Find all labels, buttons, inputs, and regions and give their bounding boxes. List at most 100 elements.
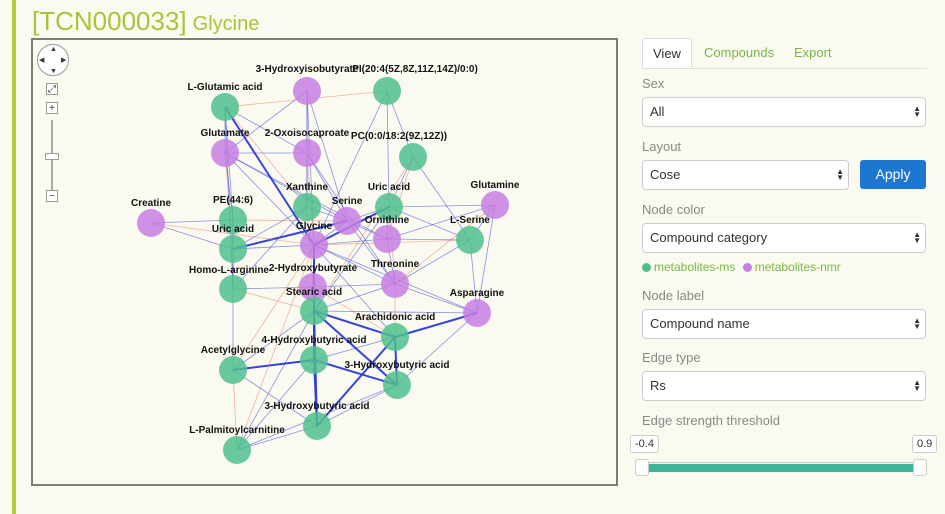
graph-node-label: L-Glutamic acid (187, 82, 262, 93)
graph-node-homoarg[interactable] (219, 275, 247, 303)
edge-type-label: Edge type (642, 350, 701, 365)
graph-node-hb3a[interactable] (383, 371, 411, 399)
zoom-out-button[interactable]: − (46, 190, 58, 202)
graph-node-lserine[interactable] (456, 226, 484, 254)
edge-type-value: Rs (650, 378, 666, 393)
graph-node-glycine[interactable] (300, 231, 328, 259)
compound-id: [TCN000033] (32, 6, 187, 36)
node-color-value: Compound category (650, 230, 768, 245)
graph-node-uric2[interactable] (219, 235, 247, 263)
graph-node-pc[interactable] (399, 143, 427, 171)
sex-select[interactable]: All ▲ ▼ (642, 97, 926, 127)
graph-node-label: Arachidonic acid (355, 312, 436, 323)
tab-view[interactable]: View (642, 38, 692, 68)
graph-edge[interactable] (388, 204, 496, 208)
graph-node-glu[interactable] (211, 93, 239, 121)
tab-bar: View Compounds Export (642, 38, 927, 69)
graph-node-ornithine[interactable] (373, 225, 401, 253)
pan-down-icon[interactable]: ▼ (50, 68, 57, 75)
zoom-slider-handle[interactable] (45, 153, 59, 160)
compound-name: Glycine (192, 13, 260, 35)
threshold-max-value: 0.9 (912, 435, 938, 453)
select-caret-icon: ▲ ▼ (913, 378, 921, 393)
graph-node-glutamate[interactable] (211, 139, 239, 167)
sex-value: All (650, 104, 665, 119)
graph-node-label: Uric acid (368, 182, 410, 193)
ms-dot-icon (642, 263, 651, 272)
graph-node-acetylgly[interactable] (219, 356, 247, 384)
graph-node-label: 3-Hydroxyisobutyrate (256, 64, 359, 75)
graph-node-palm[interactable] (223, 436, 251, 464)
page-title: [TCN000033] Glycine (32, 6, 259, 37)
graph-node-label: L-Serine (450, 215, 490, 226)
select-caret-icon: ▲ ▼ (913, 316, 921, 331)
graph-node-stearic[interactable] (300, 297, 328, 325)
fit-icon[interactable]: ⤢ (46, 83, 58, 95)
graph-node-label: Uric acid (212, 224, 254, 235)
zoom-in-button[interactable]: + (46, 102, 58, 114)
network-graph[interactable]: L-Glutamic acid 3-Hydroxyisobutyrate PI(20… (31, 38, 618, 486)
threshold-min-value: -0.4 (630, 435, 659, 453)
network-canvas[interactable]: L-Glutamic acid 3-HydroxyisobutyratePI(20… (33, 40, 616, 484)
graph-node-label: Creatine (131, 198, 171, 209)
tab-export[interactable]: Export (784, 38, 842, 68)
layout-select[interactable]: Cose ▲ ▼ (642, 160, 849, 190)
select-caret-icon: ▲ ▼ (913, 104, 921, 119)
node-label-value: Compound name (650, 316, 750, 331)
graph-node-asparagine[interactable] (463, 299, 491, 327)
graph-node-xanthine[interactable] (293, 193, 321, 221)
graph-node-label: Threonine (371, 259, 420, 270)
nmr-dot-icon (742, 263, 752, 272)
pan-up-icon[interactable]: ▲ (50, 46, 57, 53)
graph-node-label: PC(0:0/18:2(9Z,12Z)) (351, 131, 447, 142)
node-color-select[interactable]: Compound category ▲ ▼ (642, 223, 926, 253)
graph-edge[interactable] (412, 156, 471, 241)
select-caret-icon: ▲ ▼ (836, 167, 844, 182)
node-label-label: Node label (642, 288, 705, 303)
graph-node-arach[interactable] (381, 323, 409, 351)
graph-node-label: PI(20:4(5Z,8Z,11Z,14Z)/0:0) (352, 64, 478, 75)
edge-type-select[interactable]: Rs ▲ ▼ (642, 371, 926, 401)
graph-node-hib[interactable] (293, 77, 321, 105)
legend-ms: metabolites-ms (654, 260, 736, 274)
apply-button[interactable]: Apply (860, 160, 926, 189)
graph-node-label: 4-Hydroxybutyric acid (261, 335, 366, 346)
graph-edge[interactable] (232, 369, 318, 427)
graph-node-label: Stearic acid (286, 287, 342, 298)
graph-node-label: 2-Oxoisocaproate (265, 128, 350, 139)
sex-label: Sex (642, 76, 665, 91)
pan-control[interactable]: ▲ ▼ ◀ ▶ (37, 44, 69, 76)
graph-node-label: 3-Hydroxybutyric acid (264, 401, 369, 412)
graph-node-serine[interactable] (333, 207, 361, 235)
graph-node-oxo[interactable] (293, 139, 321, 167)
graph-node-label: Glycine (296, 221, 333, 232)
graph-node-label: Xanthine (286, 182, 329, 193)
threshold-label: Edge strength threshold (642, 413, 781, 428)
layout-value: Cose (650, 167, 681, 182)
pan-right-icon[interactable]: ▶ (61, 57, 66, 64)
graph-node-label: 2-Hydroxybutyrate (269, 263, 358, 274)
legend-nmr: metabolites-nmr (754, 260, 841, 274)
graph-node-label: Glutamate (201, 128, 250, 139)
threshold-slider-range (644, 464, 924, 472)
graph-node-label: Ornithine (365, 215, 410, 226)
tab-compounds[interactable]: Compounds (694, 38, 784, 68)
threshold-min-handle[interactable] (635, 459, 649, 476)
threshold-max-handle[interactable] (913, 459, 927, 476)
graph-node-label: Acetylglycine (201, 345, 266, 356)
left-accent-bar (12, 0, 16, 514)
layout-label: Layout (642, 139, 682, 154)
pan-left-icon[interactable]: ◀ (39, 57, 44, 64)
node-color-label: Node color (642, 202, 705, 217)
node-label-select[interactable]: Compound name ▲ ▼ (642, 309, 926, 339)
graph-node-creatine[interactable] (137, 209, 165, 237)
settings-panel: View Compounds Export Sex All ▲ ▼ Layout C… (630, 38, 938, 476)
graph-node-hb4[interactable] (300, 346, 328, 374)
graph-node-label: 3-Hydroxybutyric acid (344, 360, 449, 371)
graph-node-label: L-Palmitoylcarnitine (189, 425, 285, 436)
graph-node-pi[interactable] (373, 77, 401, 105)
graph-node-threonine[interactable] (381, 270, 409, 298)
graph-node-hb3b[interactable] (303, 412, 331, 440)
color-legend: metabolites-ms metabolites-nmr (642, 260, 841, 274)
graph-node-label: Glutamine (471, 180, 520, 191)
